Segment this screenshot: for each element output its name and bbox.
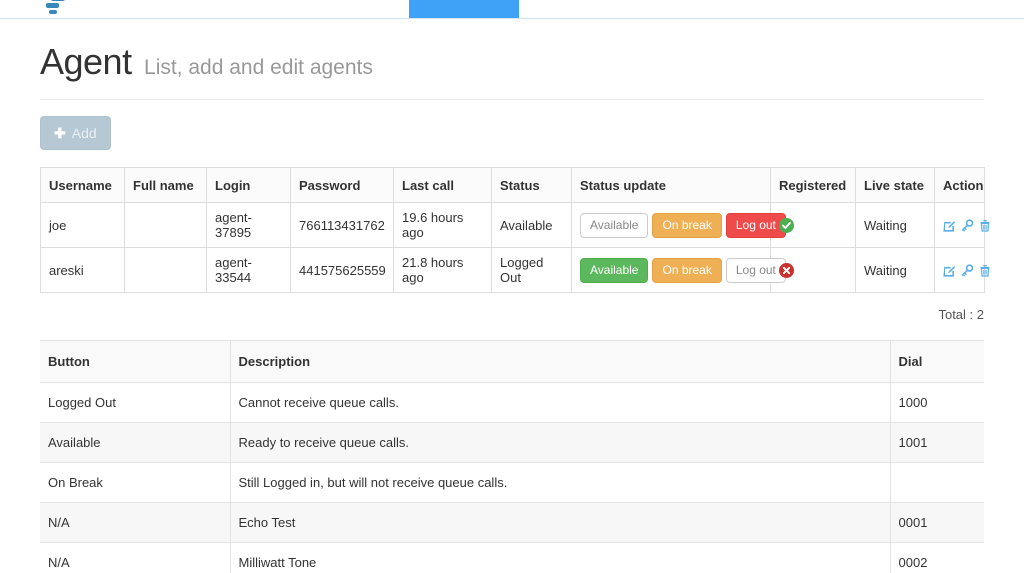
list-item: Available Ready to receive queue calls. … [40, 422, 984, 463]
cell-username: areski [40, 247, 125, 293]
table-row[interactable]: joe agent-37895 766113431762 19.6 hours … [40, 202, 990, 248]
cell-login: agent-37895 [206, 202, 291, 248]
page-content: Agent List, add and edit agents ✚ Add Us… [0, 19, 1024, 573]
cell-full-name [124, 202, 207, 248]
registered-yes-icon [779, 218, 794, 234]
cell-login: agent-33544 [206, 247, 291, 293]
col-last-call: Last call [393, 167, 492, 203]
cell-password: 441575625559 [290, 247, 394, 293]
top-navbar [0, 0, 1024, 19]
list-item: Logged Out Cannot receive queue calls. 1… [40, 382, 984, 423]
col-live-state: Live state [855, 167, 935, 203]
status-available-button[interactable]: Available [580, 257, 649, 283]
edit-icon[interactable] [943, 264, 956, 277]
legend-button: N/A [40, 502, 230, 543]
legend-description: Cannot receive queue calls. [229, 382, 890, 423]
col-registered: Registered [770, 167, 856, 203]
legend-dial: 0002 [889, 542, 984, 573]
legend-button: Available [40, 422, 230, 463]
key-icon[interactable] [961, 218, 974, 232]
legend-table-header-row: Button Description Dial [40, 340, 984, 383]
cell-registered [770, 202, 856, 248]
legend-dial [889, 462, 984, 503]
cell-live-state: Waiting [855, 202, 935, 248]
cell-status: Available [491, 202, 572, 248]
cell-live-state: Waiting [855, 247, 935, 293]
cell-last-call: 21.8 hours ago [393, 247, 492, 293]
agents-table-header-row: Username Full name Login Password Last c… [40, 167, 985, 203]
toolbar: ✚ Add [40, 100, 984, 167]
col-status: Status [491, 167, 572, 203]
legend-description: Milliwatt Tone [229, 542, 890, 573]
cell-full-name [124, 247, 207, 293]
list-item: On Break Still Logged in, but will not r… [40, 462, 984, 503]
col-button: Button [40, 340, 230, 383]
legend-dial: 1000 [889, 382, 984, 423]
cell-status-update: Available On break Log out [571, 202, 786, 248]
status-available-button[interactable]: Available [580, 212, 649, 238]
legend-table: Button Description Dial Logged Out Canno… [40, 340, 984, 573]
cell-password: 766113431762 [290, 202, 394, 248]
cell-last-call: 19.6 hours ago [393, 202, 492, 248]
page-title: Agent [40, 41, 132, 82]
delete-icon[interactable] [979, 264, 991, 277]
key-icon[interactable] [961, 263, 974, 277]
plus-icon: ✚ [54, 125, 66, 141]
col-full-name: Full name [124, 167, 207, 203]
cell-registered [770, 247, 856, 293]
legend-description: Still Logged in, but will not receive qu… [229, 462, 890, 503]
total-count: Total : 2 [938, 307, 984, 322]
status-log-out-button[interactable]: Log out [725, 257, 786, 283]
legend-button: N/A [40, 542, 230, 573]
col-status-update: Status update [571, 167, 771, 203]
add-button-label: Add [71, 125, 97, 141]
list-item: N/A Milliwatt Tone 0002 [40, 542, 984, 573]
legend-dial: 0001 [889, 502, 984, 543]
col-login: Login [206, 167, 291, 203]
delete-icon[interactable] [979, 219, 991, 232]
page-header: Agent List, add and edit agents [40, 19, 984, 100]
status-on-break-button[interactable]: On break [652, 257, 722, 283]
legend-dial: 1001 [889, 422, 984, 463]
legend-description: Ready to receive queue calls. [229, 422, 890, 463]
registered-no-icon [779, 263, 794, 279]
list-item: N/A Echo Test 0001 [40, 502, 984, 543]
col-dial: Dial [889, 340, 984, 383]
col-description: Description [229, 340, 890, 383]
nav-item-active[interactable] [409, 0, 519, 18]
status-on-break-button[interactable]: On break [652, 212, 722, 238]
cell-status-update: Available On break Log out [571, 247, 786, 293]
col-username: Username [40, 167, 125, 203]
table-row[interactable]: areski agent-33544 441575625559 21.8 hou… [40, 247, 990, 293]
fusionpbx-logo[interactable] [46, 0, 68, 16]
cell-action [934, 247, 990, 293]
legend-button: Logged Out [40, 382, 230, 423]
legend-description: Echo Test [229, 502, 890, 543]
status-log-out-button[interactable]: Log out [725, 212, 786, 238]
edit-icon[interactable] [943, 219, 956, 232]
cell-status: Logged Out [491, 247, 572, 293]
page-subtitle: List, add and edit agents [144, 56, 373, 79]
cell-username: joe [40, 202, 125, 248]
cell-action [934, 202, 990, 248]
agents-table: Username Full name Login Password Last c… [40, 167, 990, 293]
col-password: Password [290, 167, 394, 203]
col-action: Action [934, 167, 985, 203]
add-button[interactable]: ✚ Add [40, 116, 111, 150]
legend-button: On Break [40, 462, 230, 503]
